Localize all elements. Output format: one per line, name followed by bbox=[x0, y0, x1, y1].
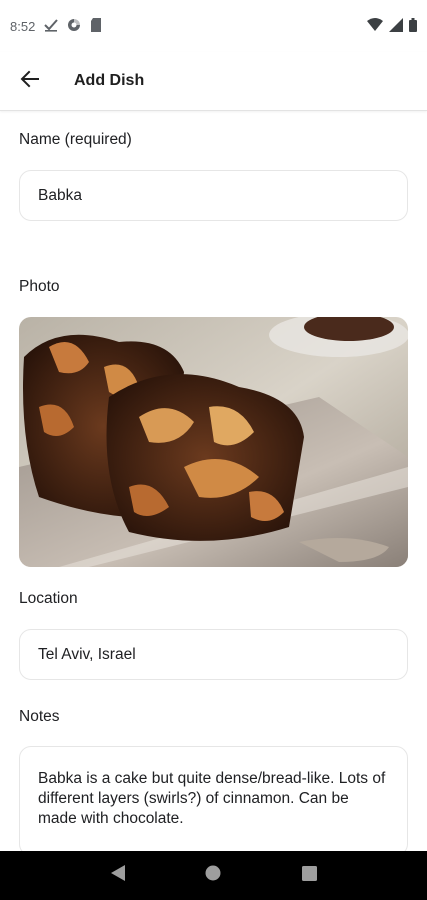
nav-back-button[interactable] bbox=[98, 856, 138, 896]
sd-card-icon bbox=[90, 17, 102, 35]
status-bar: 8:52 bbox=[0, 0, 427, 52]
arrow-back-icon bbox=[20, 69, 40, 94]
name-label: Name (required) bbox=[19, 131, 132, 148]
signal-icon bbox=[389, 17, 403, 35]
name-field[interactable]: Babka bbox=[19, 170, 408, 221]
app-bar: Add Dish bbox=[0, 52, 427, 111]
status-left: 8:52 bbox=[10, 17, 102, 35]
back-triangle-icon bbox=[110, 864, 126, 887]
notes-value: Babka is a cake but quite dense/bread-li… bbox=[38, 770, 386, 827]
nav-home-button[interactable] bbox=[193, 856, 233, 896]
battery-icon bbox=[409, 17, 417, 35]
recents-square-icon bbox=[301, 865, 317, 886]
status-time: 8:52 bbox=[10, 18, 36, 34]
wifi-icon bbox=[367, 17, 383, 35]
notes-field[interactable]: Babka is a cake but quite dense/bread-li… bbox=[19, 746, 408, 856]
location-label: Location bbox=[19, 590, 78, 607]
location-value: Tel Aviv, Israel bbox=[38, 645, 136, 663]
babka-photo-image bbox=[19, 317, 408, 567]
data-saver-icon bbox=[67, 17, 82, 35]
home-circle-icon bbox=[205, 865, 221, 886]
dish-photo[interactable] bbox=[19, 317, 408, 567]
system-nav-bar bbox=[0, 851, 427, 900]
check-icon bbox=[44, 18, 59, 35]
location-field[interactable]: Tel Aviv, Israel bbox=[19, 629, 408, 680]
page-title: Add Dish bbox=[74, 72, 145, 89]
back-button[interactable] bbox=[8, 59, 52, 103]
status-right bbox=[367, 17, 417, 35]
nav-recents-button[interactable] bbox=[289, 856, 329, 896]
notes-label: Notes bbox=[19, 708, 60, 725]
photo-label: Photo bbox=[19, 278, 60, 295]
name-value: Babka bbox=[38, 186, 82, 204]
